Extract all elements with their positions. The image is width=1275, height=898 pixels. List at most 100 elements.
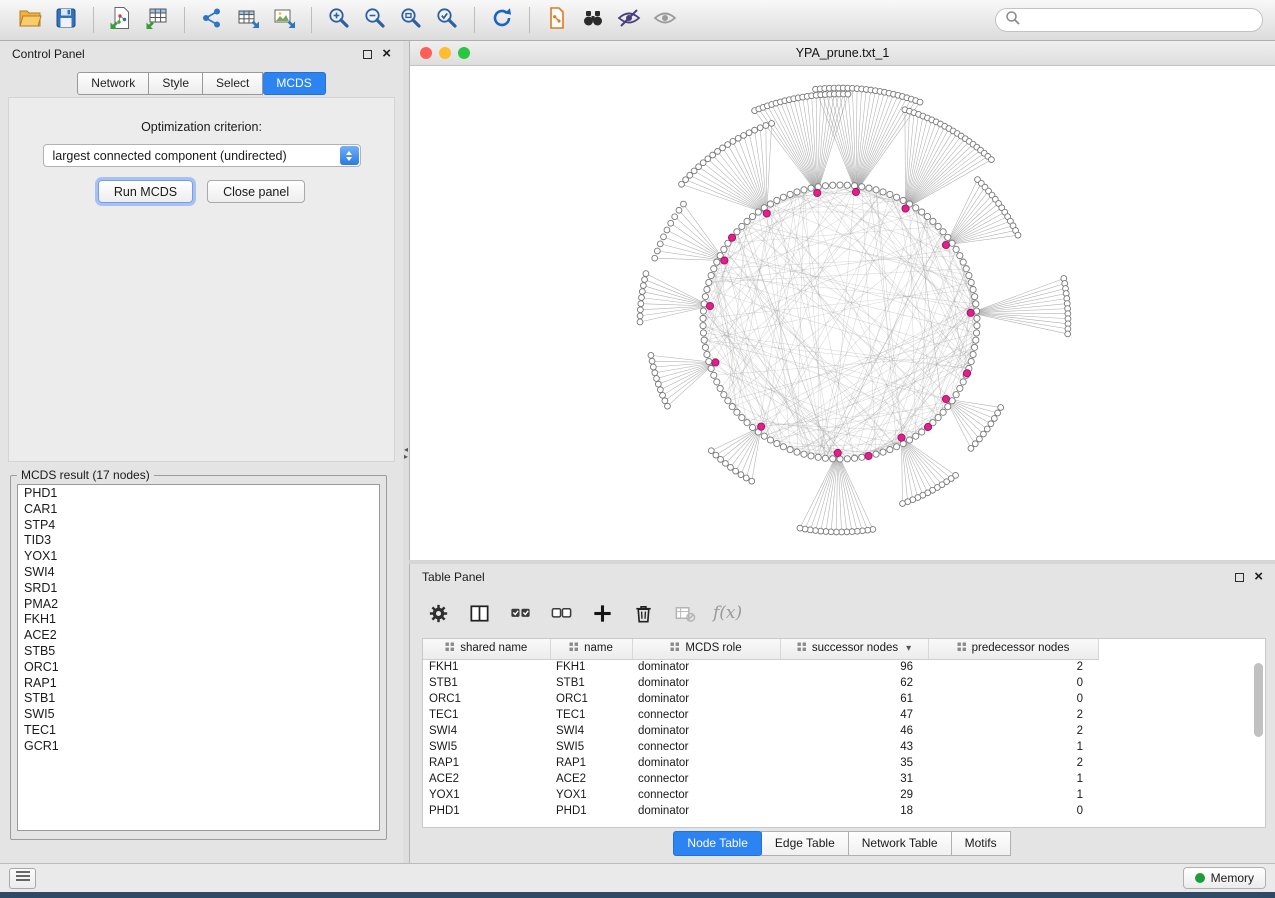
network-node[interactable] — [744, 218, 750, 224]
table-cell[interactable]: 1 — [928, 739, 1098, 755]
network-node[interactable] — [973, 301, 979, 307]
table-row[interactable]: STB1STB1dominator620 — [423, 675, 1098, 691]
network-node[interactable] — [704, 286, 710, 292]
table-cell[interactable]: 47 — [780, 707, 928, 723]
network-node[interactable] — [873, 451, 879, 457]
network-node[interactable] — [801, 451, 807, 457]
save-session-button[interactable] — [48, 4, 84, 36]
network-node[interactable] — [734, 229, 740, 235]
tab-style[interactable]: Style — [149, 72, 203, 95]
mcds-result-item[interactable]: PMA2 — [18, 596, 379, 612]
column-header-name[interactable]: name — [550, 639, 632, 659]
export-image-button[interactable] — [266, 4, 302, 36]
table-row[interactable]: ACE2ACE2connector311 — [423, 771, 1098, 787]
network-node[interactable] — [887, 191, 893, 197]
table-scrollbar[interactable] — [1254, 663, 1263, 823]
network-node[interactable] — [700, 323, 706, 329]
network-node[interactable] — [974, 323, 980, 329]
mcds-dominator-node[interactable] — [721, 257, 728, 264]
mcds-dominator-node[interactable] — [758, 423, 765, 430]
mcds-dominator-node[interactable] — [967, 309, 974, 316]
splitter-collapse-icon[interactable]: ◂▸ — [404, 446, 408, 460]
network-node[interactable] — [662, 398, 668, 404]
network-node[interactable] — [851, 183, 857, 189]
table-cell[interactable]: 2 — [928, 755, 1098, 771]
network-node[interactable] — [973, 337, 979, 343]
new-network-button[interactable] — [194, 4, 230, 36]
network-node[interactable] — [970, 286, 976, 292]
table-cell[interactable]: 2 — [928, 659, 1098, 675]
table-cell[interactable]: dominator — [632, 659, 780, 675]
network-node[interactable] — [661, 234, 667, 240]
network-node[interactable] — [672, 214, 678, 220]
network-node[interactable] — [794, 449, 800, 455]
network-search[interactable] — [995, 8, 1263, 32]
network-node[interactable] — [851, 455, 857, 461]
network-node[interactable] — [808, 453, 814, 459]
mcds-result-item[interactable]: CAR1 — [18, 501, 379, 517]
table-cell[interactable]: TEC1 — [550, 707, 632, 723]
network-node[interactable] — [945, 404, 951, 410]
network-node[interactable] — [957, 385, 963, 391]
mcds-dominator-node[interactable] — [924, 423, 931, 430]
network-canvas[interactable] — [410, 66, 1275, 560]
table-cell[interactable]: STB1 — [423, 675, 550, 691]
table-cell[interactable]: ACE2 — [423, 771, 550, 787]
network-node[interactable] — [725, 142, 731, 148]
network-node[interactable] — [730, 138, 736, 144]
table-cell[interactable]: dominator — [632, 723, 780, 739]
network-node[interactable] — [900, 501, 906, 507]
table-cell[interactable]: 43 — [780, 739, 928, 755]
network-node[interactable] — [713, 452, 719, 458]
table-cell[interactable]: RAP1 — [550, 755, 632, 771]
network-node[interactable] — [995, 410, 1001, 416]
network-node[interactable] — [668, 220, 674, 226]
network-node[interactable] — [652, 255, 658, 261]
network-node[interactable] — [720, 145, 726, 151]
export-table-button[interactable] — [230, 4, 266, 36]
network-node[interactable] — [797, 525, 803, 531]
network-node[interactable] — [974, 315, 980, 321]
network-node[interactable] — [919, 209, 925, 215]
mcds-dominator-node[interactable] — [963, 370, 970, 377]
table-cell[interactable]: dominator — [632, 675, 780, 691]
tab-motifs[interactable]: Motifs — [951, 831, 1011, 856]
network-node[interactable] — [968, 279, 974, 285]
tab-network-table[interactable]: Network Table — [848, 831, 952, 856]
zoom-in-button[interactable] — [321, 4, 357, 36]
close-panel-icon[interactable]: × — [382, 49, 391, 59]
network-node[interactable] — [763, 123, 769, 129]
network-node[interactable] — [746, 130, 752, 136]
optimization-criterion-select[interactable]: largest connected component (undirected) — [43, 144, 361, 167]
network-node[interactable] — [714, 379, 720, 385]
network-node[interactable] — [702, 294, 708, 300]
network-node[interactable] — [761, 433, 767, 439]
deselect-all-button[interactable] — [549, 602, 573, 625]
network-node[interactable] — [734, 409, 740, 415]
network-node[interactable] — [767, 201, 773, 207]
table-row[interactable]: PHD1PHD1dominator180 — [423, 803, 1098, 819]
table-cell[interactable]: SWI5 — [423, 739, 550, 755]
table-cell[interactable]: STB1 — [550, 675, 632, 691]
mcds-dominator-node[interactable] — [942, 395, 949, 402]
network-node[interactable] — [701, 337, 707, 343]
network-node[interactable] — [700, 315, 706, 321]
mcds-result-item[interactable]: SWI5 — [18, 706, 379, 722]
network-node[interactable] — [652, 370, 658, 376]
table-cell[interactable]: PHD1 — [550, 803, 632, 819]
network-node[interactable] — [749, 213, 755, 219]
network-node[interactable] — [940, 409, 946, 415]
zoom-selected-button[interactable] — [429, 4, 465, 36]
network-node[interactable] — [639, 295, 645, 301]
network-node[interactable] — [749, 424, 755, 430]
network-node[interactable] — [989, 157, 995, 163]
table-cell[interactable]: 0 — [928, 691, 1098, 707]
network-node[interactable] — [830, 182, 836, 188]
refresh-button[interactable] — [484, 4, 520, 36]
sort-desc-icon[interactable]: ▾ — [906, 643, 911, 654]
network-node[interactable] — [739, 223, 745, 229]
table-cell[interactable]: 35 — [780, 755, 928, 771]
network-node[interactable] — [654, 376, 660, 382]
network-node[interactable] — [780, 444, 786, 450]
network-node[interactable] — [752, 127, 758, 133]
